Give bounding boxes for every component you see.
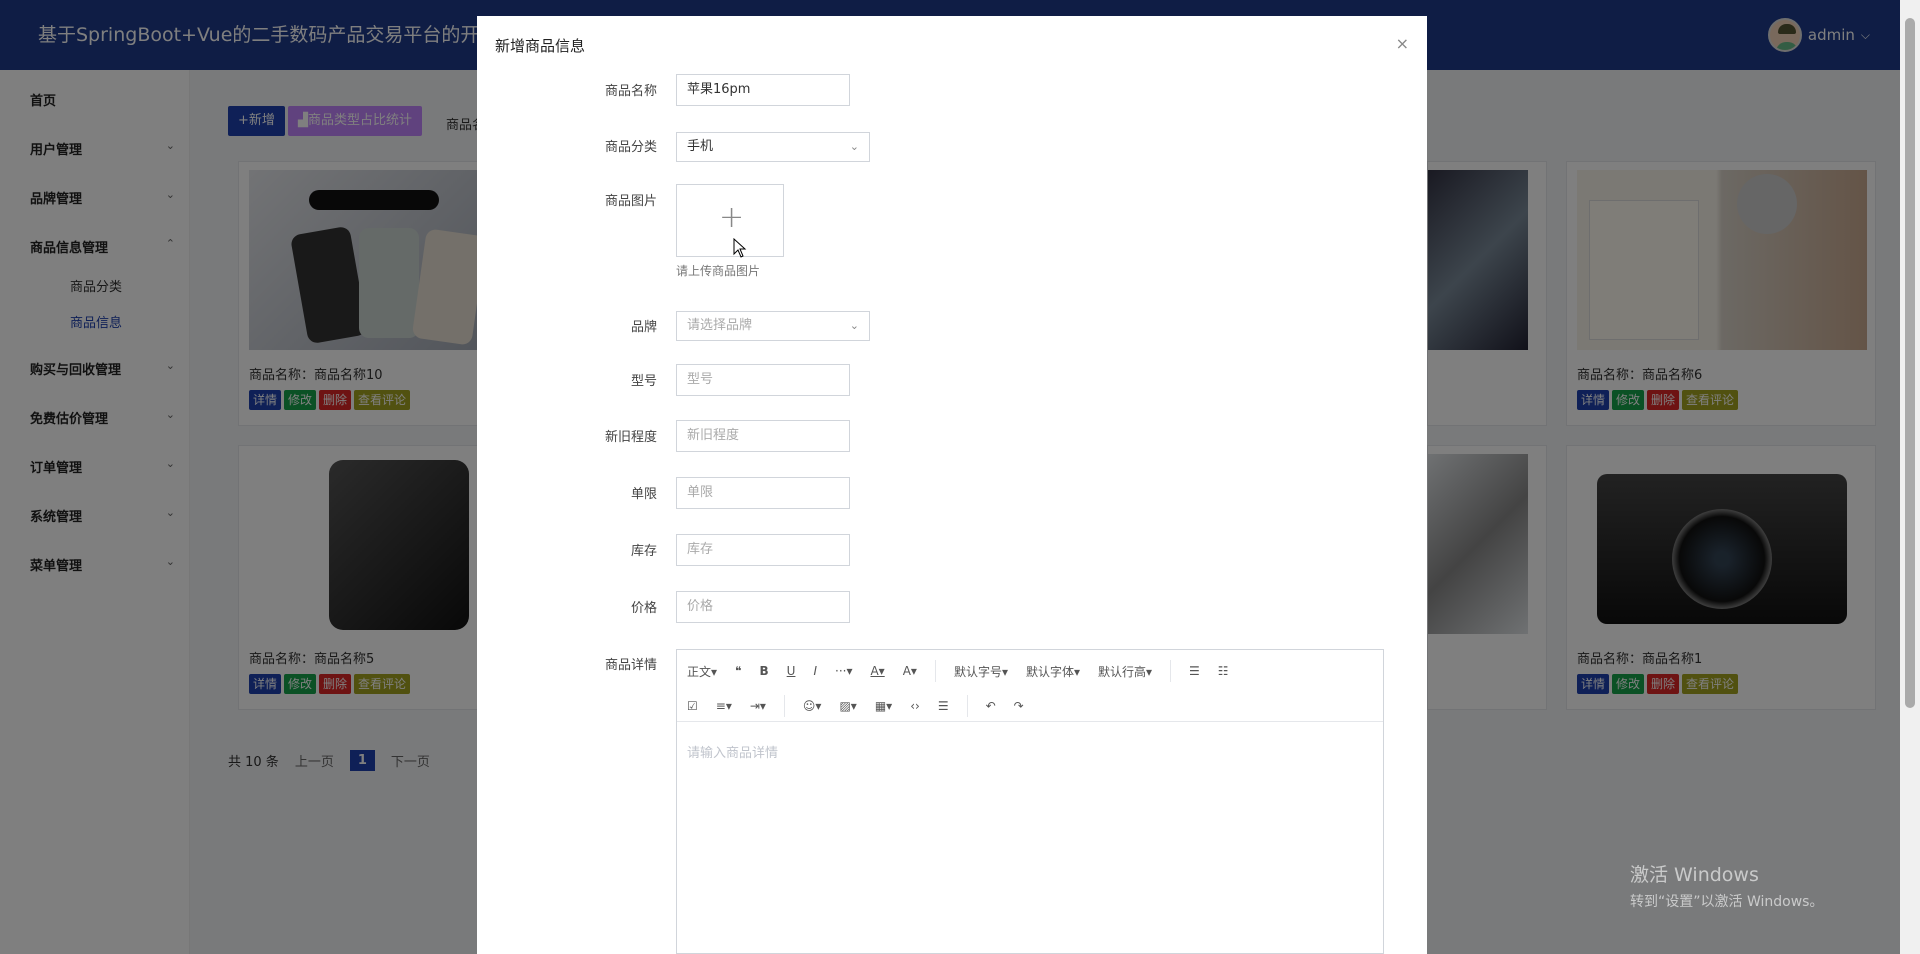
font-color-icon[interactable]: A▾ — [870, 664, 884, 678]
page-scrollbar[interactable] — [1900, 0, 1920, 954]
stock-input[interactable]: 库存 — [676, 534, 850, 566]
mouse-cursor-icon — [733, 238, 747, 258]
category-label: 商品分类 — [604, 140, 657, 155]
category-select[interactable]: 手机 ⌄ — [676, 132, 870, 162]
price-input[interactable]: 价格 — [676, 591, 850, 623]
condition-input[interactable]: 新旧程度 — [676, 420, 850, 452]
bold-icon[interactable]: B — [760, 664, 769, 678]
italic-icon[interactable]: I — [813, 664, 817, 678]
image-upload[interactable]: + — [676, 184, 784, 257]
chevron-down-icon: ⌄ — [849, 319, 859, 332]
image-icon[interactable]: ▨▾ — [839, 699, 856, 713]
limit-input[interactable]: 单限 — [676, 477, 850, 509]
watermark-line1: 激活 Windows — [1630, 864, 1759, 886]
watermark-line2: 转到“设置”以激活 Windows。 — [1630, 894, 1824, 910]
background-color-icon[interactable]: A▾ — [903, 664, 917, 678]
line-height-dropdown[interactable]: 默认行高▾ — [1098, 663, 1152, 680]
bulleted-list-icon[interactable]: ☰ — [1189, 664, 1200, 678]
close-icon[interactable]: × — [1396, 34, 1409, 53]
chevron-down-icon: ⌄ — [849, 140, 859, 153]
rich-text-editor: 正文▾ ❝ B U I ···▾ A▾ A▾ 默认字号▾ 默认字体▾ 默认行高▾… — [676, 649, 1384, 954]
font-family-dropdown[interactable]: 默认字体▾ — [1026, 663, 1080, 680]
toolbar-divider — [783, 695, 785, 717]
editor-placeholder[interactable]: 请输入商品详情 — [687, 742, 778, 761]
toolbar-row: ☑ ≡▾ ⇥▾ ☺▾ ▨▾ ▦▾ ‹› ☰ ↶ ↷ — [687, 695, 1024, 717]
table-icon[interactable]: ▦▾ — [875, 699, 892, 713]
font-size-dropdown[interactable]: 默认字号▾ — [954, 663, 1008, 680]
price-label: 价格 — [630, 601, 657, 616]
name-input[interactable]: 苹果16pm — [676, 74, 850, 106]
quote-icon[interactable]: ❝ — [735, 664, 741, 678]
image-label: 商品图片 — [604, 194, 657, 209]
condition-label: 新旧程度 — [604, 430, 657, 445]
indent-icon[interactable]: ⇥▾ — [750, 699, 766, 713]
editor-toolbar: 正文▾ ❝ B U I ···▾ A▾ A▾ 默认字号▾ 默认字体▾ 默认行高▾… — [677, 650, 1383, 722]
divider-icon[interactable]: ☰ — [938, 699, 949, 713]
scrollbar-thumb[interactable] — [1905, 18, 1915, 708]
code-icon[interactable]: ‹› — [910, 699, 920, 713]
name-label: 商品名称 — [604, 84, 657, 99]
toolbar-divider — [966, 695, 968, 717]
model-input[interactable]: 型号 — [676, 364, 850, 396]
stock-label: 库存 — [630, 544, 657, 559]
brand-label: 品牌 — [630, 320, 657, 335]
detail-label: 商品详情 — [604, 658, 657, 673]
brand-placeholder: 请选择品牌 — [687, 318, 753, 333]
model-label: 型号 — [630, 374, 657, 389]
more-icon[interactable]: ···▾ — [835, 664, 852, 678]
add-product-dialog: 新增商品信息 × 商品名称 苹果16pm 商品分类 手机 ⌄ 商品图片 + 请上… — [477, 16, 1427, 954]
paragraph-dropdown[interactable]: 正文▾ — [687, 663, 717, 680]
toolbar-divider — [1170, 660, 1172, 682]
windows-activation-watermark: 激活 Windows 转到“设置”以激活 Windows。 — [1630, 860, 1823, 911]
plus-icon: + — [719, 200, 745, 235]
toolbar-divider — [934, 660, 936, 682]
image-tip: 请上传商品图片 — [676, 264, 761, 278]
undo-icon[interactable]: ↶ — [986, 699, 996, 713]
align-icon[interactable]: ≡▾ — [716, 699, 732, 713]
category-value: 手机 — [687, 139, 714, 154]
toolbar-row: 正文▾ ❝ B U I ···▾ A▾ A▾ 默认字号▾ 默认字体▾ 默认行高▾… — [687, 660, 1229, 682]
limit-label: 单限 — [630, 487, 657, 502]
redo-icon[interactable]: ↷ — [1014, 699, 1024, 713]
underline-icon[interactable]: U — [787, 664, 796, 678]
brand-select[interactable]: 请选择品牌 ⌄ — [676, 311, 870, 341]
todo-icon[interactable]: ☑ — [687, 699, 698, 713]
emoji-icon[interactable]: ☺▾ — [803, 699, 822, 713]
dialog-title: 新增商品信息 — [495, 37, 586, 55]
numbered-list-icon[interactable]: ☷ — [1218, 664, 1229, 678]
